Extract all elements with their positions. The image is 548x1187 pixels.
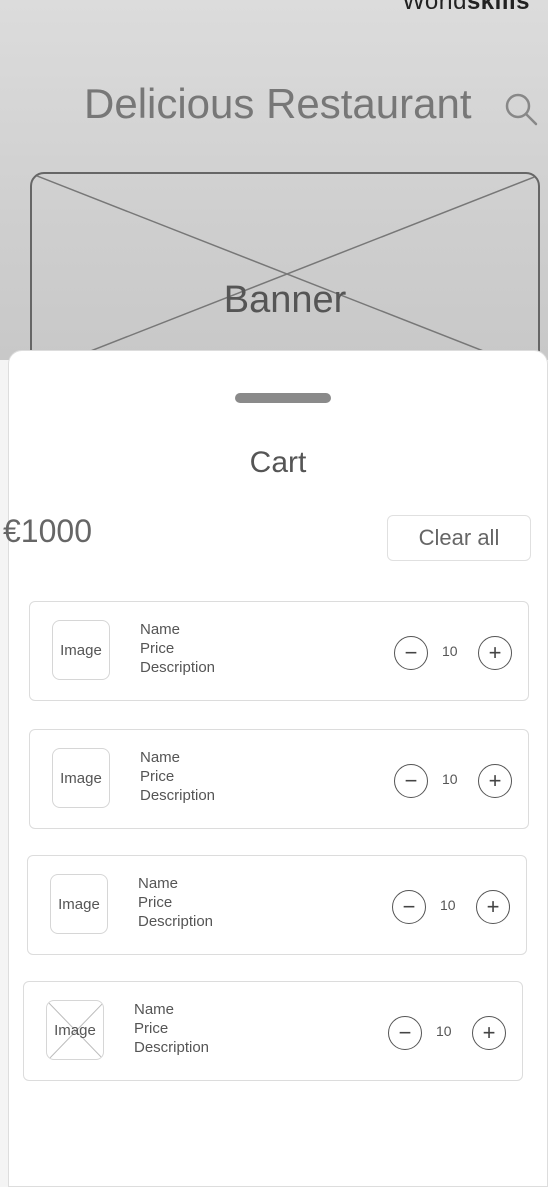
item-price: Price: [138, 894, 173, 911]
cart-total: €1000: [3, 513, 92, 549]
item-name: Name: [140, 621, 181, 638]
item-quantity: 10: [440, 897, 456, 913]
item-name: Name: [134, 1001, 175, 1018]
cart-item: Image Name Price Description − 10 +: [27, 855, 527, 955]
item-name: Name: [138, 875, 179, 892]
increase-quantity-button[interactable]: +: [472, 1016, 506, 1050]
decrease-quantity-button[interactable]: −: [392, 890, 426, 924]
drag-handle[interactable]: [235, 393, 331, 403]
item-image-label: Image: [60, 641, 102, 659]
item-description: Description: [138, 913, 214, 930]
search-icon[interactable]: [502, 90, 542, 130]
increase-quantity-button[interactable]: +: [478, 636, 512, 670]
banner-label: Banner: [223, 279, 347, 321]
item-description: Description: [140, 787, 216, 804]
item-image-placeholder: Image: [46, 1000, 104, 1060]
item-image-placeholder: Image: [50, 874, 108, 934]
item-image-label: Image: [54, 1021, 96, 1039]
cart-item: Image Name Price Description − 10 +: [23, 981, 523, 1081]
item-details: Name Price Description: [138, 874, 213, 931]
banner[interactable]: Banner: [30, 172, 540, 372]
item-image-placeholder: Image: [52, 748, 110, 808]
item-quantity: 10: [442, 771, 458, 787]
cart-item: Image Name Price Description − 10 +: [29, 601, 529, 701]
item-price: Price: [140, 640, 175, 657]
item-image-label: Image: [60, 769, 102, 787]
site-title: Delicious Restaurant: [84, 80, 472, 127]
banner-placeholder-cross: [32, 174, 538, 370]
clear-all-button[interactable]: Clear all: [387, 515, 531, 561]
increase-quantity-button[interactable]: +: [478, 764, 512, 798]
item-image-label: Image: [58, 895, 100, 913]
decrease-quantity-button[interactable]: −: [388, 1016, 422, 1050]
item-details: Name Price Description: [140, 748, 215, 805]
decrease-quantity-button[interactable]: −: [394, 764, 428, 798]
item-description: Description: [134, 1039, 210, 1056]
increase-quantity-button[interactable]: +: [476, 890, 510, 924]
item-name: Name: [140, 749, 181, 766]
item-quantity: 10: [442, 643, 458, 659]
decrease-quantity-button[interactable]: −: [394, 636, 428, 670]
item-quantity: 10: [436, 1023, 452, 1039]
item-price: Price: [140, 768, 175, 785]
item-image-placeholder: Image: [52, 620, 110, 680]
item-description: Description: [140, 659, 216, 676]
cart-title: Cart: [249, 446, 307, 479]
worldskills-logo: Worldskills: [402, 0, 530, 15]
page-header-area: Worldskills Delicious Restaurant Banner: [0, 0, 548, 372]
item-details: Name Price Description: [134, 1000, 209, 1057]
item-price: Price: [134, 1020, 169, 1037]
item-details: Name Price Description: [140, 620, 215, 677]
cart-item: Image Name Price Description − 10 +: [29, 729, 529, 829]
cart-sheet: Cart €1000 Clear all Image Name Price De…: [3, 350, 548, 1187]
